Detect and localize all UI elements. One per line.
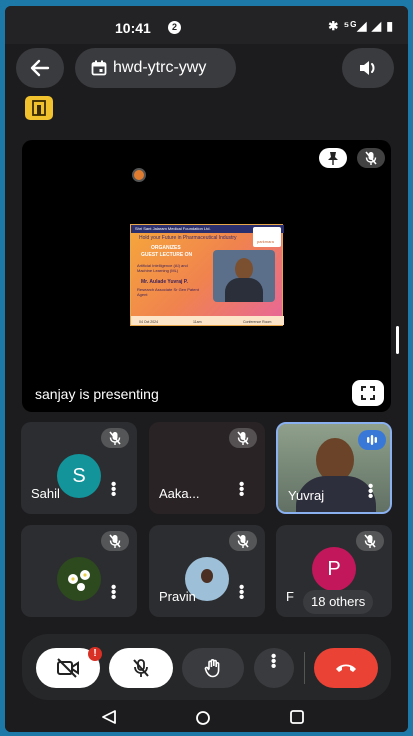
- poster-header: Shri Sant Jalaram Medical Foundation Ltd…: [135, 226, 211, 231]
- poster-topic: Artificial Intelligence (AI) and Machine…: [137, 263, 188, 273]
- calendar-icon: [91, 60, 107, 76]
- end-call-button[interactable]: [314, 648, 378, 688]
- speaking-indicator: [358, 430, 386, 450]
- shared-poster: Shri Sant Jalaram Medical Foundation Ltd…: [130, 224, 284, 326]
- meeting-code: hwd-ytrc-ywy: [113, 59, 207, 76]
- pin-button[interactable]: [319, 148, 347, 168]
- mic-off-badge: [101, 531, 129, 551]
- participant-tile-active-speaker[interactable]: Yuvraj • • •: [276, 422, 392, 514]
- participant-tile[interactable]: Aaka... • • •: [149, 422, 265, 514]
- mic-off-badge: [356, 531, 384, 551]
- mic-off-icon: [237, 534, 249, 548]
- pin-icon: [328, 152, 338, 165]
- nav-back-icon[interactable]: [101, 710, 117, 724]
- cursor-indicator: [132, 168, 146, 182]
- flower-image-icon: [68, 570, 90, 591]
- participant-name: Sahil: [31, 486, 60, 501]
- mic-toggle-button[interactable]: [109, 648, 173, 688]
- poster-guest-lecture: GUEST LECTURE ON: [141, 252, 193, 258]
- fullscreen-icon: [361, 386, 375, 400]
- mic-off-icon: [237, 431, 249, 445]
- breakout-room-button[interactable]: [25, 96, 53, 120]
- audio-level-icon: [367, 435, 377, 445]
- nav-home-icon[interactable]: [195, 710, 211, 726]
- poster-organizes: ORGANIZES: [151, 245, 181, 251]
- back-button[interactable]: [16, 48, 64, 88]
- participant-tile[interactable]: Pravin • • •: [149, 525, 265, 617]
- more-options-icon[interactable]: • • •: [111, 580, 117, 605]
- controls-divider: [304, 652, 305, 684]
- camera-off-icon: [57, 658, 79, 678]
- more-vert-icon: • • •: [271, 648, 277, 675]
- mic-off-icon: [109, 534, 121, 548]
- presentation-stage[interactable]: Shri Sant Jalaram Medical Foundation Ltd…: [22, 140, 391, 412]
- poster-speaker-photo: [213, 250, 275, 302]
- poster-logo: [253, 227, 281, 247]
- poster-logo-text: parkmara: [257, 239, 274, 244]
- call-controls: ! • • •: [22, 634, 391, 700]
- arrow-left-icon: [30, 59, 50, 77]
- more-options-icon[interactable]: • • •: [239, 580, 245, 605]
- notification-badge: 2: [168, 21, 181, 34]
- mic-off-icon: [364, 534, 376, 548]
- status-indicators: ✱ ⁵ᴳ◢ ◢ ▮: [328, 19, 394, 33]
- nav-recents-icon[interactable]: [289, 710, 305, 724]
- scrollbar[interactable]: [396, 326, 399, 354]
- status-time: 10:41: [115, 20, 151, 36]
- participant-name: Yuvraj: [288, 488, 325, 503]
- breakout-room-icon: [32, 100, 46, 116]
- meeting-code-chip[interactable]: hwd-ytrc-ywy: [75, 48, 236, 88]
- participant-name: F: [286, 589, 294, 604]
- poster-role: Research Associate Sr Gen Patent Agent: [137, 287, 199, 297]
- poster-footer-venue: Conference Room: [243, 320, 272, 324]
- more-options-icon[interactable]: • • •: [239, 477, 245, 502]
- fullscreen-button[interactable]: [352, 380, 384, 406]
- raise-hand-button[interactable]: [182, 648, 244, 688]
- phone-screen: 10:41 2 ✱ ⁵ᴳ◢ ◢ ▮ hwd-ytrc-ywy Shri Sant…: [5, 6, 408, 732]
- more-options-icon[interactable]: • • •: [368, 479, 374, 504]
- end-call-icon: [336, 664, 356, 672]
- speaker-icon: [360, 61, 375, 75]
- others-count-chip[interactable]: 18 others: [303, 590, 374, 614]
- poster-footer-date: 04 Oct 2024: [139, 320, 159, 324]
- more-options-icon[interactable]: • • •: [111, 477, 117, 502]
- android-nav-bar: [5, 702, 408, 732]
- speaker-button[interactable]: [342, 48, 394, 88]
- more-options-button[interactable]: • • •: [254, 648, 294, 688]
- camera-alert-badge: !: [88, 647, 102, 661]
- mic-off-icon: [133, 659, 149, 677]
- poster-subheader: Hold your Future in Pharmaceutical Indus…: [139, 235, 237, 241]
- avatar: [57, 557, 101, 601]
- presenter-mic-off-badge: [357, 148, 385, 168]
- mic-off-badge: [229, 531, 257, 551]
- participant-name: Pravin: [159, 589, 196, 604]
- participant-tile[interactable]: S Sahil • • •: [21, 422, 137, 514]
- poster-footer-time: 11am: [193, 320, 202, 324]
- status-bar: 10:41 2 ✱ ⁵ᴳ◢ ◢ ▮: [5, 6, 408, 44]
- mic-off-icon: [365, 151, 377, 165]
- raise-hand-icon: [204, 659, 220, 678]
- mic-off-badge: [229, 428, 257, 448]
- top-bar: hwd-ytrc-ywy: [5, 44, 408, 92]
- presenting-label: sanjay is presenting: [35, 386, 159, 402]
- avatar: S: [57, 454, 101, 498]
- mic-off-badge: [101, 428, 129, 448]
- avatar: P: [312, 547, 356, 591]
- poster-speaker: Mr. Aulade Yuvraj P.: [141, 279, 188, 285]
- participant-tile[interactable]: • • •: [21, 525, 137, 617]
- participant-name: Aaka...: [159, 486, 200, 501]
- mic-off-icon: [109, 431, 121, 445]
